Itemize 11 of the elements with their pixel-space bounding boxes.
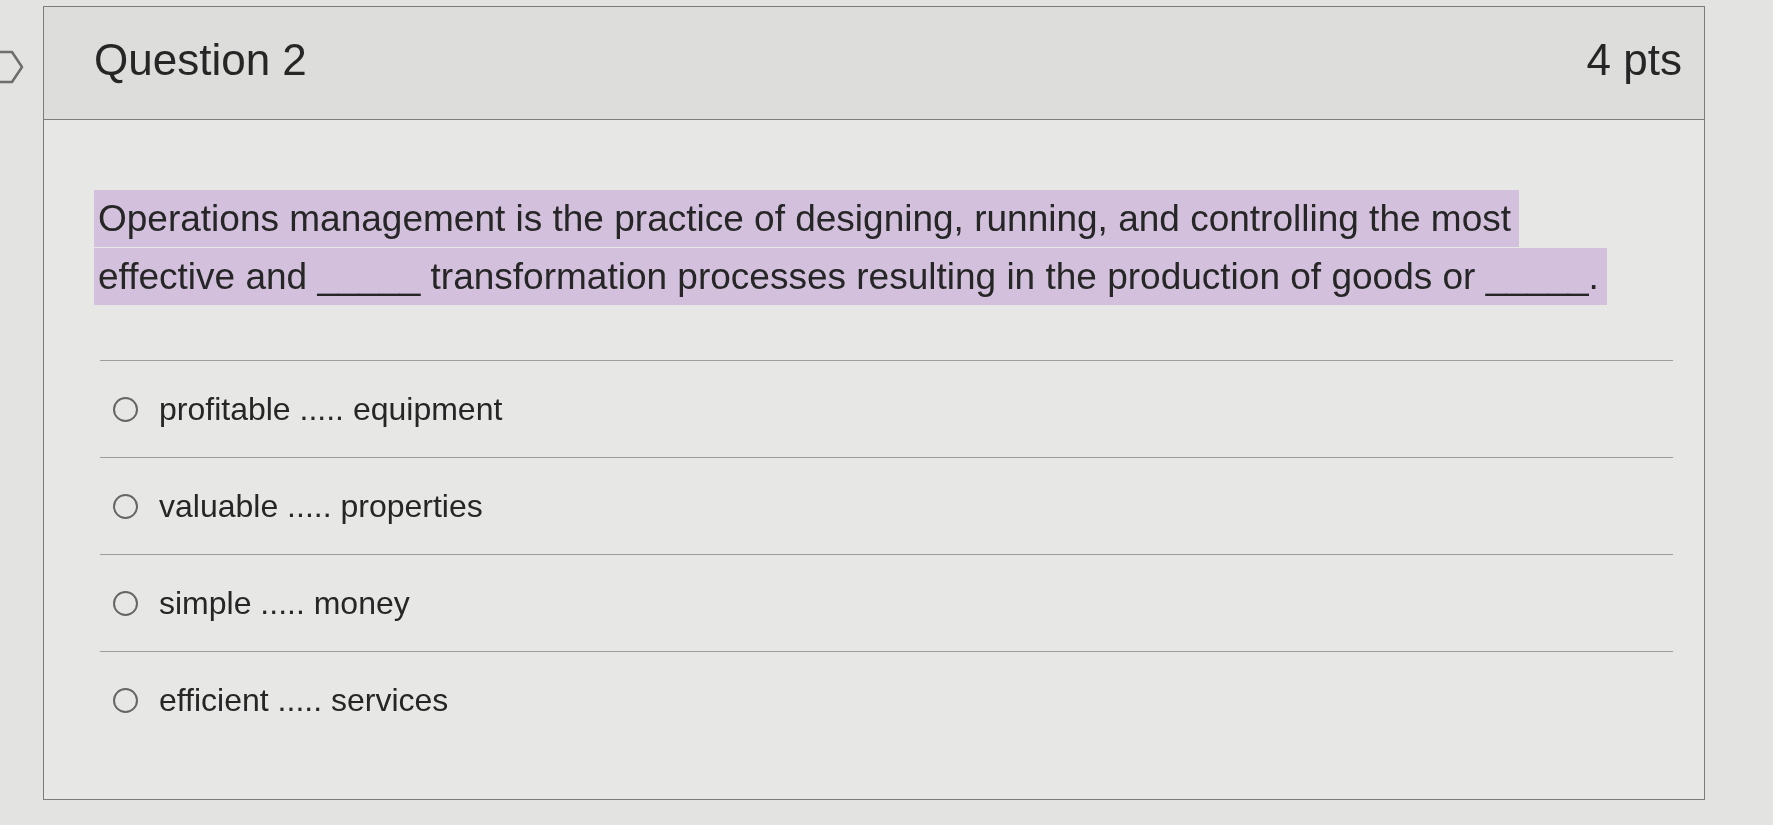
answer-label[interactable]: profitable ..... equipment [159, 389, 503, 429]
question-title: Question 2 [94, 33, 307, 86]
radio-button[interactable] [113, 493, 138, 519]
chevron-right-icon[interactable] [0, 50, 24, 84]
radio-button[interactable] [113, 687, 138, 713]
answer-label[interactable]: simple ..... money [159, 583, 410, 623]
radio-button[interactable] [113, 396, 138, 422]
points-label: 4 pts [1586, 33, 1682, 86]
answer-label[interactable]: efficient ..... services [159, 680, 449, 720]
answer-label[interactable]: valuable ..... properties [159, 486, 483, 526]
radio-button[interactable] [113, 590, 138, 616]
